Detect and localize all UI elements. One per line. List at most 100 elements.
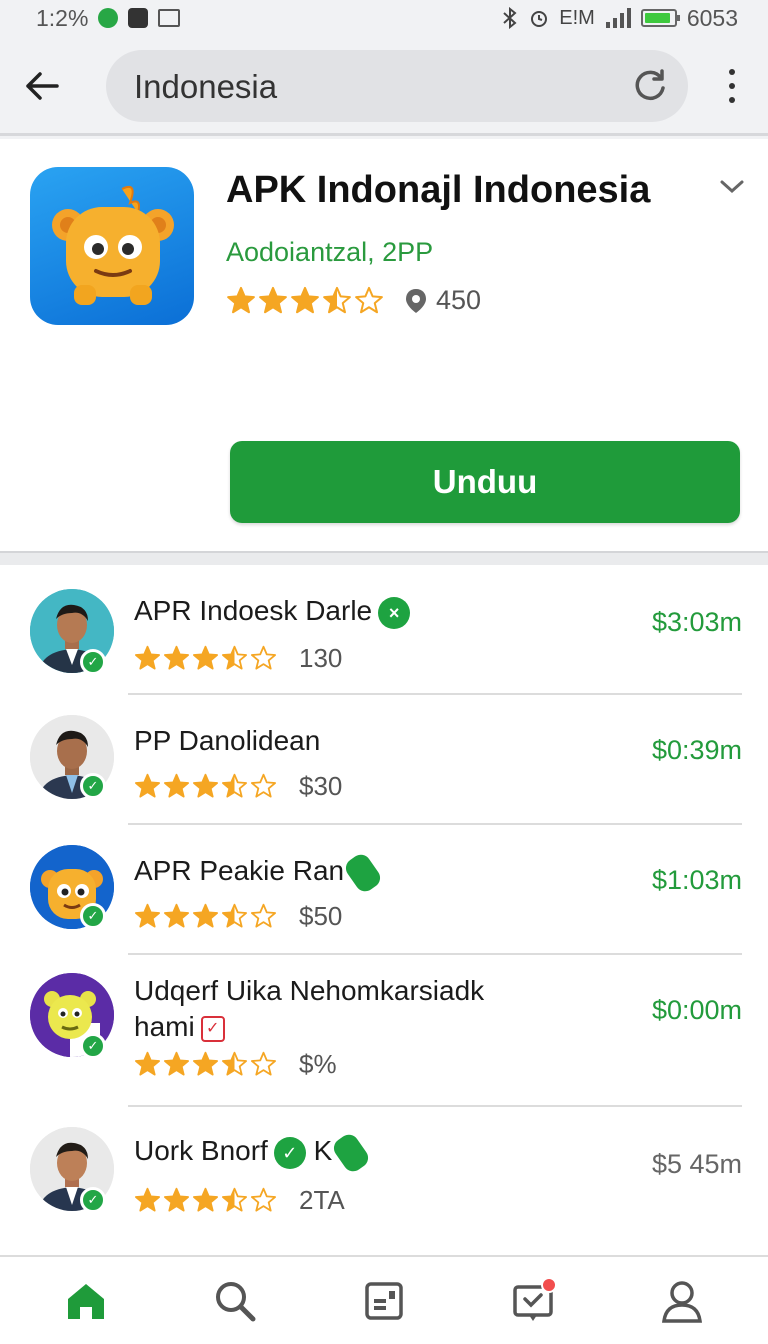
notification-icon: [98, 8, 119, 28]
star-icon: [250, 1051, 277, 1078]
star-icon: [221, 1187, 248, 1214]
item-name-text: Uork Bnorf: [134, 1135, 268, 1166]
top-app-bar: Indonesia: [0, 36, 768, 136]
expand-button[interactable]: [718, 177, 746, 197]
item-rating: $30: [134, 771, 342, 802]
list-item[interactable]: ✓ PP Danolidean $30 $0:39m: [0, 695, 768, 825]
star-icon: [163, 645, 190, 672]
developer-name[interactable]: Aodoiantzal, 2PP: [226, 237, 433, 268]
more-dot: [729, 97, 735, 103]
close-badge-icon: ×: [378, 596, 411, 629]
account-icon: [661, 1280, 702, 1323]
reload-button[interactable]: [632, 68, 668, 104]
item-title: PP Danolidean: [134, 725, 321, 756]
star-icon: [226, 286, 256, 316]
download-count: 450: [404, 285, 481, 316]
bluetooth-icon: [503, 7, 517, 29]
notification-dot: [540, 1276, 557, 1293]
star-icon: [250, 1187, 277, 1214]
item-price: $0:39m: [651, 735, 742, 765]
list-item[interactable]: ✓ APR Peakie Ran $50 $1:03m: [0, 825, 768, 955]
item-title: Uork Bnorf ✓ K: [134, 1130, 373, 1175]
check-badge-icon: ✓: [273, 1136, 306, 1169]
star-icon: [163, 1187, 190, 1214]
star-icon: [134, 645, 161, 672]
app-rating-row: 450: [226, 285, 481, 316]
gallery-icon: [158, 9, 181, 27]
item-price: $0:00m: [651, 995, 742, 1025]
item-stars: [134, 1051, 277, 1078]
app-header-card: APK Indonajl Indonesia Aodoiantzal, 2PP …: [0, 139, 768, 551]
app-icon[interactable]: [30, 167, 194, 325]
back-button[interactable]: [22, 66, 62, 106]
star-icon: [221, 1051, 248, 1078]
verified-badge: ✓: [80, 773, 106, 799]
status-left: 1:2%: [36, 5, 181, 32]
nav-account[interactable]: [652, 1271, 712, 1331]
list-item[interactable]: ✓ Uork Bnorf ✓ K 2TA $5 45m: [0, 1107, 768, 1247]
list-item[interactable]: ✓ Udqerf Uika Nehomkarsiadk hami ✓ $% $0:…: [0, 955, 768, 1107]
more-vert-icon: [729, 69, 735, 75]
mascot-icon: [52, 185, 174, 305]
pill-badge-icon: [330, 1130, 373, 1175]
app-title: APK Indonajl Indonesia: [226, 169, 651, 211]
star-icon: [221, 903, 248, 930]
app-stars: [226, 286, 384, 316]
verified-badge: ✓: [80, 903, 106, 929]
star-icon: [134, 773, 161, 800]
item-name-text: APR Indoesk Darle: [134, 595, 373, 626]
home-icon: [68, 1283, 105, 1319]
star-icon: [192, 903, 219, 930]
nav-apps[interactable]: [354, 1271, 414, 1331]
item-name-line2: hami ✓: [134, 1009, 484, 1045]
search-query[interactable]: Indonesia: [134, 68, 277, 106]
battery-level: [644, 13, 671, 23]
more-options-button[interactable]: [720, 66, 744, 106]
pill-badge-icon: [342, 850, 385, 895]
item-rating: $%: [134, 1049, 337, 1080]
verified-badge: ✓: [80, 649, 106, 675]
nav-updates[interactable]: [503, 1271, 563, 1331]
item-price: $5 45m: [651, 1149, 742, 1179]
list-item[interactable]: ✓ APR Indoesk Darle × 130 $3:03m: [0, 565, 768, 695]
item-meta: 130: [299, 643, 343, 673]
star-icon: [163, 1051, 190, 1078]
nav-home[interactable]: [56, 1271, 116, 1331]
star-icon: [134, 903, 161, 930]
star-icon: [258, 286, 288, 316]
star-icon: [192, 645, 219, 672]
item-meta: $%: [299, 1049, 337, 1079]
status-right: E!M 6053: [501, 5, 738, 32]
star-icon: [322, 286, 352, 316]
item-meta: 2TA: [299, 1185, 345, 1215]
item-title: APR Peakie Ran: [134, 850, 385, 895]
star-icon: [163, 773, 190, 800]
reload-icon: [635, 69, 665, 101]
app-notification-icon: [128, 8, 149, 28]
status-bar: 1:2% E!M 6053: [0, 0, 768, 36]
apps-icon: [365, 1281, 403, 1320]
app-list: ✓ APR Indoesk Darle × 130 $3:03m ✓ PP Dan…: [0, 565, 768, 1255]
item-price: $3:03m: [651, 607, 742, 637]
install-button[interactable]: Unduu: [230, 441, 740, 523]
alarm-icon: [531, 11, 548, 27]
download-count-value: 450: [436, 285, 482, 315]
item-name-suffix: K: [313, 1135, 333, 1166]
star-icon: [354, 286, 384, 316]
star-icon: [250, 903, 277, 930]
item-stars: [134, 773, 277, 800]
item-stars: [134, 903, 277, 930]
item-meta: $30: [299, 771, 343, 801]
verified-badge: ✓: [80, 1187, 106, 1213]
star-icon: [221, 645, 248, 672]
item-price: $1:03m: [651, 865, 742, 895]
item-rating: 130: [134, 643, 342, 674]
tag-badge-icon: ✓: [200, 1015, 225, 1042]
item-title: APR Indoesk Darle ×: [134, 593, 411, 629]
star-icon: [163, 903, 190, 930]
item-meta: $50: [299, 901, 343, 931]
search-bar[interactable]: Indonesia: [106, 50, 688, 122]
battery-text: 6053: [686, 4, 738, 31]
search-icon: [216, 1281, 256, 1321]
nav-search[interactable]: [205, 1271, 265, 1331]
